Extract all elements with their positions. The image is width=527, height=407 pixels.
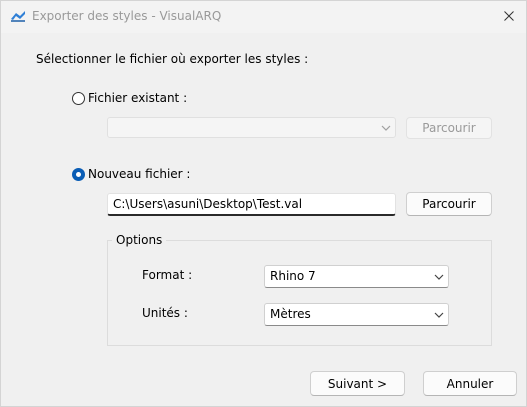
existing-file-label[interactable]: Fichier existant : bbox=[88, 91, 187, 105]
next-button[interactable]: Suivant > bbox=[310, 371, 405, 396]
new-file-label[interactable]: Nouveau fichier : bbox=[88, 167, 190, 181]
existing-file-browse-button[interactable]: Parcourir bbox=[406, 117, 492, 139]
units-select[interactable]: Mètres bbox=[264, 303, 449, 326]
chevron-down-icon bbox=[434, 312, 444, 318]
existing-file-radio[interactable] bbox=[72, 92, 85, 105]
new-file-path-value: C:\Users\asuni\Desktop\Test.val bbox=[113, 197, 303, 211]
units-label: Unités : bbox=[142, 306, 188, 320]
existing-file-combo[interactable] bbox=[107, 117, 396, 138]
cancel-button[interactable]: Annuler bbox=[423, 371, 517, 396]
options-group-title: Options bbox=[112, 233, 167, 247]
options-group bbox=[107, 240, 492, 346]
close-icon bbox=[504, 11, 514, 21]
new-file-path-input[interactable]: C:\Users\asuni\Desktop\Test.val bbox=[107, 193, 396, 216]
new-file-browse-button[interactable]: Parcourir bbox=[406, 192, 492, 216]
title-bar[interactable]: Exporter des styles - VisualARQ bbox=[1, 1, 526, 33]
instruction-text: Sélectionner le fichier où exporter les … bbox=[36, 52, 309, 66]
format-value: Rhino 7 bbox=[270, 269, 316, 283]
chevron-down-icon bbox=[381, 125, 391, 131]
units-value: Mètres bbox=[270, 307, 311, 321]
visualarq-logo-icon bbox=[11, 11, 25, 22]
format-label: Format : bbox=[142, 268, 193, 282]
new-file-radio[interactable] bbox=[72, 168, 85, 181]
format-select[interactable]: Rhino 7 bbox=[264, 265, 449, 288]
close-button[interactable] bbox=[492, 1, 526, 31]
window-title: Exporter des styles - VisualARQ bbox=[32, 9, 222, 23]
dialog-window: Exporter des styles - VisualARQ Sélectio… bbox=[0, 0, 527, 407]
chevron-down-icon bbox=[434, 274, 444, 280]
